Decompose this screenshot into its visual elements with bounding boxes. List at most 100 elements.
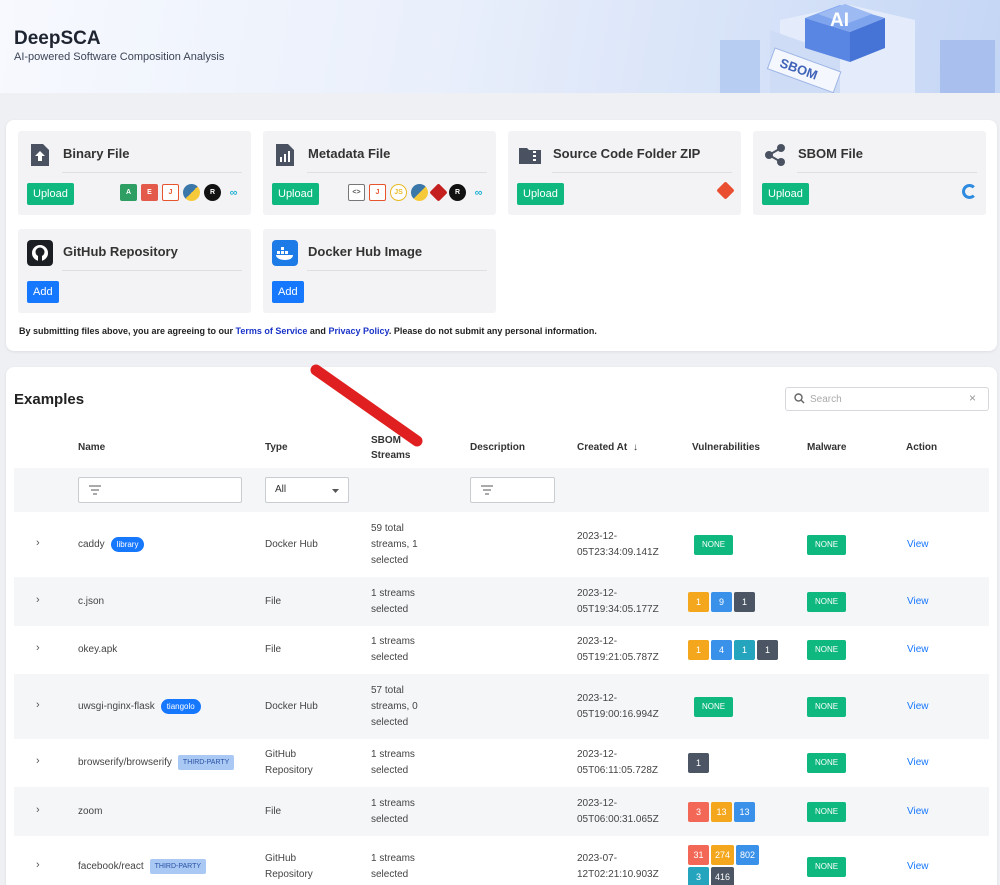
javascript-icon: JS [390, 184, 407, 201]
row-created-line: 2023-12- [577, 587, 618, 599]
upload-binary-button[interactable]: Upload [27, 183, 74, 205]
row-name-text: uwsgi-nginx-flask [78, 700, 155, 712]
expand-row-icon[interactable]: › [36, 859, 40, 871]
file-type-icons: A E J R ∞ [120, 184, 242, 201]
row-type: GitHub Repository [265, 747, 313, 779]
streams-header-line2: Streams [371, 450, 411, 461]
malware-none-badge: NONE [807, 591, 847, 612]
column-header-vulnerabilities[interactable]: Vulnerabilities [692, 440, 760, 455]
row-created-line: 2023-12- [577, 749, 618, 760]
row-vulnerabilities: 1 [688, 753, 783, 775]
add-github-button[interactable]: Add [27, 281, 59, 303]
view-link[interactable]: View [907, 755, 929, 771]
cyclonedx-icon [962, 184, 977, 199]
add-docker-button[interactable]: Add [272, 281, 304, 303]
expand-row-icon[interactable]: › [36, 594, 40, 606]
table-row[interactable]: › caddy library Docker Hub 59 total streams, … [14, 512, 989, 577]
column-header-malware[interactable]: Malware [807, 440, 846, 455]
row-streams-line: selected [371, 813, 409, 825]
table-row[interactable]: › okey.apk File 1 streams selected 2023-12- 05… [14, 626, 989, 674]
type-filter-select[interactable]: All [265, 477, 349, 503]
upload-panel: Binary File Upload A E J R ∞ Metadata Fi… [6, 120, 997, 351]
expand-row-icon[interactable]: › [36, 642, 40, 654]
expand-row-icon[interactable]: › [36, 699, 40, 711]
vulnerability-count-badge: 1 [757, 640, 778, 660]
divider [307, 172, 487, 173]
table-row[interactable]: › zoom File 1 streams selected 2023-12- 05T06:… [14, 787, 989, 836]
privacy-policy-link[interactable]: Privacy Policy [328, 326, 388, 336]
description-filter-input[interactable] [470, 477, 555, 503]
row-tag-badge: tiangolo [160, 698, 201, 714]
terms-suffix: . Please do not submit any personal info… [388, 326, 597, 336]
row-malware: NONE [807, 534, 848, 555]
view-link[interactable]: View [907, 537, 929, 553]
row-streams: 1 streams selected [371, 747, 415, 779]
docker-icon [272, 240, 298, 266]
table-row[interactable]: › uwsgi-nginx-flask tiangolo Docker Hub 57 t… [14, 674, 989, 739]
terms-notice: By submitting files above, you are agree… [19, 326, 597, 336]
upload-metadata-button[interactable]: Upload [272, 183, 319, 205]
terms-and: and [307, 326, 329, 336]
tile-source-zip: Source Code Folder ZIP Upload [508, 131, 741, 215]
search-box: × [785, 387, 989, 411]
clear-icon[interactable]: × [969, 391, 976, 405]
column-header-type[interactable]: Type [265, 440, 288, 455]
row-streams: 1 streams selected [371, 634, 415, 666]
view-link[interactable]: View [907, 699, 929, 715]
row-streams-line: selected [371, 765, 409, 776]
file-type-icons [716, 181, 735, 200]
row-streams: 1 streams selected [371, 586, 415, 618]
row-malware: NONE [807, 753, 848, 773]
tile-title: Docker Hub Image [308, 244, 423, 259]
row-name-text: caddy [78, 538, 105, 550]
view-link[interactable]: View [907, 859, 929, 875]
malware-none-badge: NONE [807, 857, 847, 877]
row-streams-line: selected [371, 603, 409, 615]
row-created: 2023-12- 05T23:34:09.141Z [577, 529, 659, 561]
exe-file-icon: E [141, 184, 158, 201]
view-link[interactable]: View [907, 804, 929, 820]
app-subtitle: AI-powered Software Composition Analysis [14, 51, 225, 63]
tile-title: SBOM File [798, 146, 864, 161]
apk-file-icon: A [120, 184, 137, 201]
row-type: GitHub Repository [265, 851, 313, 883]
divider [307, 270, 487, 271]
view-link[interactable]: View [907, 594, 929, 610]
row-created-line: 05T19:34:05.177Z [577, 603, 659, 615]
column-header-created[interactable]: Created At ↓ [577, 440, 638, 455]
row-created: 2023-12- 05T06:11:05.728Z [577, 747, 658, 779]
sort-down-icon[interactable]: ↓ [633, 442, 638, 453]
upload-sbom-button[interactable]: Upload [762, 183, 809, 205]
table-row[interactable]: › browserify/browserify THIRD-PARTY GitHub R… [14, 739, 989, 787]
column-header-streams[interactable]: SBOM Streams [371, 433, 410, 463]
row-name-text: zoom [78, 805, 103, 817]
tile-title: Binary File [63, 146, 130, 161]
search-input[interactable] [810, 391, 960, 407]
malware-none-badge: NONE [807, 534, 847, 555]
app-header: DeepSCA AI-powered Software Composition … [0, 0, 1000, 93]
column-header-name[interactable]: Name [78, 440, 105, 455]
row-name-text: browserify/browserify [78, 757, 172, 769]
row-type: Docker Hub [265, 537, 318, 553]
row-type-line: Docker Hub [265, 538, 318, 550]
row-created: 2023-07- 12T02:21:10.903Z [577, 851, 659, 883]
upload-zip-button[interactable]: Upload [517, 183, 564, 205]
expand-row-icon[interactable]: › [36, 755, 40, 767]
tile-title: Source Code Folder ZIP [553, 146, 701, 161]
row-created: 2023-12- 05T19:21:05.787Z [577, 634, 659, 666]
expand-row-icon[interactable]: › [36, 804, 40, 816]
row-created-line: 12T02:21:10.903Z [577, 869, 659, 880]
column-header-description[interactable]: Description [470, 440, 525, 455]
table-row[interactable]: › facebook/react THIRD-PARTY GitHub Reposito… [14, 836, 989, 885]
expand-row-icon[interactable]: › [36, 537, 40, 549]
view-link[interactable]: View [907, 642, 929, 658]
row-name: okey.apk [78, 642, 117, 658]
table-row[interactable]: › c.json File 1 streams selected 2023-12- 05T1… [14, 577, 989, 626]
git-icon [716, 181, 735, 200]
go-icon: ∞ [229, 186, 238, 199]
terms-of-service-link[interactable]: Terms of Service [236, 326, 308, 336]
name-filter-input[interactable] [78, 477, 242, 503]
row-malware: NONE [807, 591, 848, 612]
jar-file-icon: J [369, 184, 386, 201]
filter-row: All [14, 468, 989, 512]
